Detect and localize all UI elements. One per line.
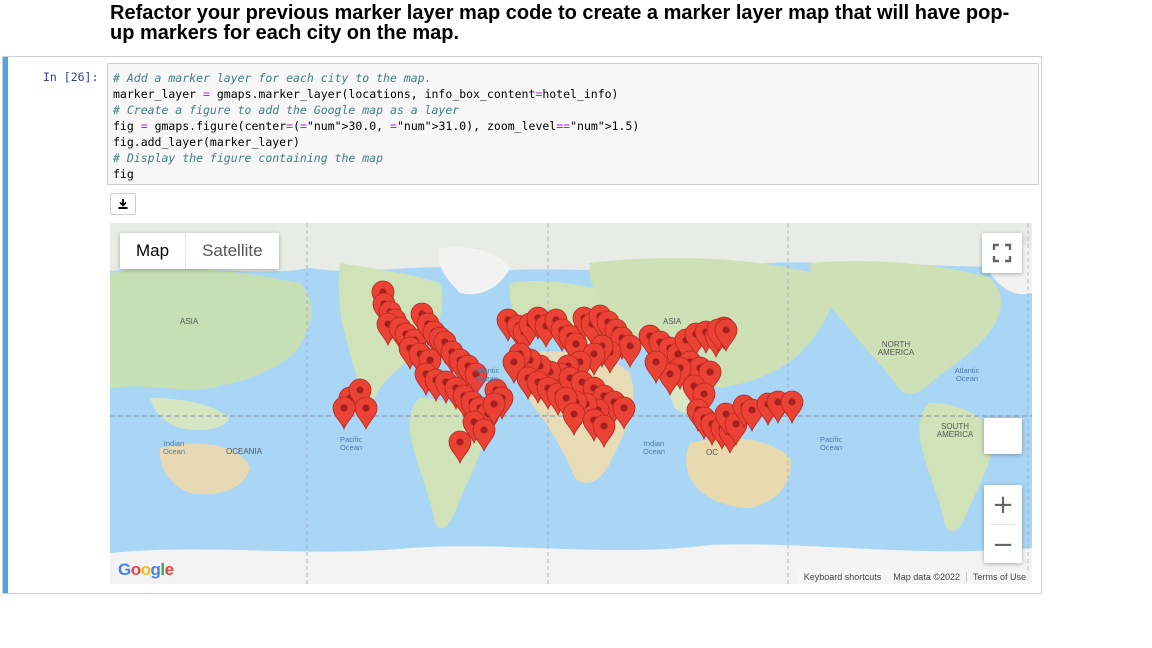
code-editor[interactable]: # Add a marker layer for each city to th… [107, 63, 1039, 185]
label-oceania-partial: OC [706, 448, 718, 457]
code-line: fig = gmaps.figure(center=(="num">30.0, … [113, 119, 640, 133]
label-south-america: SOUTH AMERICA [936, 422, 974, 439]
code-line: marker_layer = gmaps.marker_layer(locati… [113, 87, 619, 101]
google-logo: Google [118, 560, 174, 579]
code-line: fig [113, 167, 134, 181]
map-type-control[interactable]: Map Satellite [120, 233, 279, 269]
label-asia-left: ASIA [180, 317, 199, 326]
code-line: # Create a figure to add the Google map … [113, 103, 460, 117]
label-asia-right: ASIA [663, 317, 682, 326]
download-icon [118, 199, 128, 209]
keyboard-shortcuts-link[interactable]: Keyboard shortcuts [798, 572, 888, 582]
label-oceania: OCEANIA [226, 447, 263, 456]
label-pacific-right: Pacific Ocean [819, 435, 843, 452]
fullscreen-button[interactable] [982, 233, 1022, 273]
download-button[interactable] [110, 193, 136, 215]
street-view-pegman-button[interactable] [984, 418, 1022, 454]
map-type-satellite-button[interactable]: Satellite [186, 233, 278, 269]
map-type-map-button[interactable]: Map [120, 233, 187, 269]
google-map[interactable]: ASIA ASIA NORTH AMERICA SOUTH AMERICA OC… [110, 223, 1032, 584]
input-prompt: In [26]: [43, 70, 99, 84]
instruction-heading: Refactor your previous marker layer map … [110, 2, 1010, 44]
label-pacific-left: Pacific Ocean [339, 435, 363, 452]
terms-of-use-link[interactable]: Terms of Use [967, 572, 1032, 582]
cell-selection-bar [3, 57, 8, 593]
label-atlantic-right: Atlantic Ocean [954, 366, 980, 383]
fullscreen-icon [992, 243, 1012, 263]
label-atlantic-left: Atlantic Ocean [474, 366, 500, 383]
code-line: fig.add_layer(marker_layer) [113, 135, 300, 149]
map-attribution: Keyboard shortcuts Map data ©2022 Terms … [797, 570, 1032, 584]
zoom-control[interactable]: + − [984, 485, 1022, 563]
map-data-text: Map data ©2022 [893, 572, 960, 582]
label-indian-left: Indian Ocean [162, 439, 186, 456]
map-basemap [110, 223, 1032, 584]
label-indian-right: Indian Ocean [642, 439, 666, 456]
code-line: # Add a marker layer for each city to th… [113, 71, 432, 85]
zoom-in-button[interactable]: + [984, 485, 1022, 524]
code-line: # Display the figure containing the map [113, 151, 384, 165]
zoom-out-button[interactable]: − [984, 525, 1022, 564]
label-north-america: NORTH AMERICA [877, 340, 915, 357]
